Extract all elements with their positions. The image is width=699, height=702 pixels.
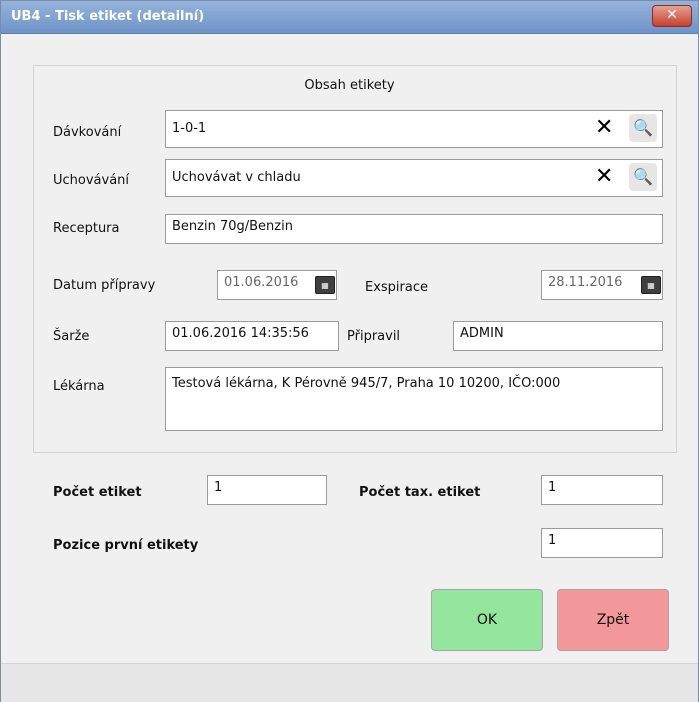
window-title: UB4 - Tisk etiket (detailní)	[11, 9, 205, 24]
first-label-position-input[interactable]: 1	[541, 528, 663, 558]
label-content-title: Obsah etikety	[304, 78, 395, 93]
prep-date-calendar-icon[interactable]: ▦	[315, 276, 335, 294]
labels-count-input[interactable]: 1	[207, 475, 327, 505]
recipe-input[interactable]: Benzin 70g/Benzin	[165, 214, 663, 244]
tax-labels-count-label: Počet tax. etiket	[359, 485, 481, 500]
first-label-position-label: Pozice první etikety	[53, 538, 199, 553]
batch-input[interactable]: 01.06.2016 14:35:56	[165, 321, 339, 351]
storage-input[interactable]: Uchovávat v chladu	[165, 159, 663, 197]
dosage-search-icon[interactable]: 🔍	[629, 114, 657, 142]
title-bar: UB4 - Tisk etiket (detailní) ✕	[1, 1, 698, 34]
back-button[interactable]: Zpět	[557, 589, 669, 651]
dosage-clear-icon[interactable]: ✕	[595, 115, 613, 140]
expiry-calendar-icon[interactable]: ▦	[641, 276, 661, 294]
storage-label: Uchovávání	[53, 173, 130, 188]
ok-button[interactable]: OK	[431, 589, 543, 651]
dosage-label: Dávkování	[53, 125, 122, 140]
prepared-by-input[interactable]: ADMIN	[453, 321, 663, 351]
batch-label: Šarže	[53, 329, 90, 344]
storage-clear-icon[interactable]: ✕	[595, 164, 613, 189]
close-icon: ✕	[666, 7, 678, 23]
dialog-footer	[1, 663, 698, 702]
labels-count-label: Počet etiket	[53, 485, 142, 500]
pharmacy-label: Lékárna	[53, 379, 105, 394]
dosage-input[interactable]: 1-0-1	[165, 110, 663, 148]
recipe-label: Receptura	[53, 221, 120, 236]
storage-search-icon[interactable]: 🔍	[629, 163, 657, 191]
pharmacy-input[interactable]: Testová lékárna, K Pérovně 945/7, Praha …	[165, 367, 663, 431]
tax-labels-count-input[interactable]: 1	[541, 475, 663, 505]
dialog-window: UB4 - Tisk etiket (detailní) ✕ Obsah eti…	[0, 0, 699, 702]
expiry-label: Exspirace	[365, 280, 429, 295]
prep-date-label: Datum přípravy	[53, 278, 156, 293]
close-button[interactable]: ✕	[652, 5, 692, 27]
prepared-by-label: Připravil	[347, 329, 401, 344]
